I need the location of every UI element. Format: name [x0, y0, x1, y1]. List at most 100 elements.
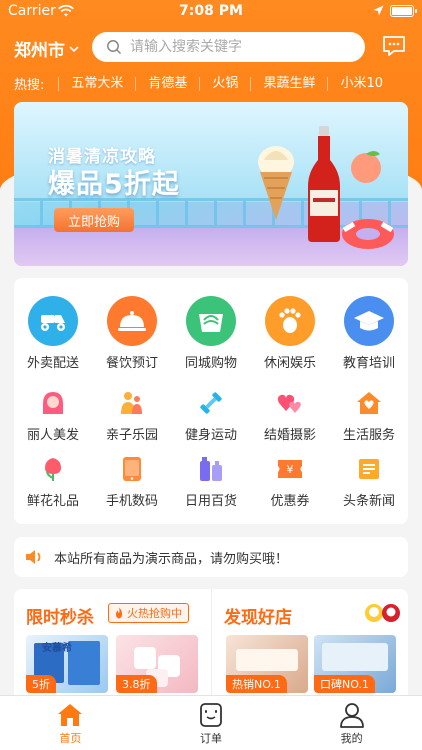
hot-keyword[interactable]: 小米10	[327, 76, 395, 91]
category-label: 日用百货	[184, 494, 237, 509]
shop-image[interactable]: 热销NO.1	[226, 635, 308, 693]
banner-buy-button[interactable]: 立即抢购	[54, 208, 134, 232]
category-item[interactable]: 日用百货	[172, 456, 250, 509]
svg-text:¥: ¥	[287, 463, 294, 476]
promo-banner[interactable]: 消暑清凉攻略 爆品5折起 立即抢购	[14, 102, 408, 266]
category-item[interactable]: 结婚摄影	[251, 390, 329, 443]
flash-item-brand: 安慕希	[42, 643, 72, 654]
category-item[interactable]: 餐饮预订	[93, 296, 171, 371]
hot-search-label: 热搜:	[14, 78, 45, 93]
category-label: 丽人美发	[26, 428, 79, 443]
discount-badge: 5折	[26, 675, 56, 693]
cloche-icon	[107, 296, 157, 346]
coupon-icon: ¥	[277, 456, 303, 482]
category-item[interactable]: 休闲娱乐	[251, 296, 329, 371]
category-item[interactable]: 亲子乐园	[93, 390, 171, 443]
discount-badge: 3.8折	[116, 675, 157, 693]
graduation-cap-icon	[344, 296, 394, 346]
city-selector[interactable]: 郑州市	[14, 36, 79, 61]
banner-title: 爆品5折起	[48, 169, 180, 200]
shop-image[interactable]: 口碑NO.1	[314, 635, 396, 693]
category-label: 鲜花礼品	[26, 494, 79, 509]
city-label: 郑州市	[14, 41, 65, 61]
swim-ring-icon	[342, 219, 394, 249]
category-label: 手机数码	[105, 494, 158, 509]
category-item[interactable]: 健身运动	[172, 390, 250, 443]
clock: 7:08 PM	[179, 3, 243, 19]
flash-sale-tag-label: 火热抢购中	[127, 607, 182, 620]
notice-text: 本站所有商品为演示商品，请勿购买哦！	[54, 551, 289, 567]
tab-home[interactable]: 首页	[0, 696, 141, 750]
tab-orders[interactable]: 订单	[141, 696, 282, 750]
house-icon	[356, 390, 382, 416]
family-icon	[119, 390, 145, 416]
flash-sale-title: 限时秒杀	[26, 608, 94, 628]
category-grid: 外卖配送 餐饮预订 同城购物 休闲娱乐 教育培训 丽人美发 亲子乐园 健身运动 …	[14, 278, 408, 524]
tab-label: 我的	[340, 732, 363, 745]
dumbbell-icon	[198, 390, 224, 416]
fire-icon	[116, 607, 122, 619]
category-label: 优惠券	[270, 494, 310, 509]
ice-cream-icon	[258, 146, 294, 220]
bottles-icon	[198, 456, 224, 482]
battery-icon	[390, 5, 417, 17]
tab-label: 订单	[200, 732, 222, 745]
tab-label: 首页	[59, 732, 82, 745]
category-label: 头条新闻	[342, 494, 395, 509]
category-item[interactable]: 头条新闻	[330, 456, 408, 509]
user-icon	[339, 703, 364, 728]
category-label: 生活服务	[342, 428, 395, 443]
category-item[interactable]: 同城购物	[172, 296, 250, 371]
hot-keyword[interactable]: 肯德基	[135, 76, 199, 91]
good-shops-panel[interactable]: 发现好店 热销NO.1 口碑NO.1	[211, 589, 408, 709]
hot-keyword[interactable]: 五常大米	[58, 76, 135, 91]
order-icon	[200, 703, 222, 727]
hot-keyword[interactable]: 果蔬生鲜	[250, 76, 327, 91]
category-label: 教育培训	[342, 356, 395, 371]
category-item[interactable]: 教育培训	[330, 296, 408, 371]
search-bar[interactable]	[92, 32, 365, 62]
category-item[interactable]: 鲜花礼品	[14, 456, 92, 509]
tab-bar: 首页 订单 我的	[0, 695, 422, 750]
category-item[interactable]: 生活服务	[330, 390, 408, 443]
flash-item-image[interactable]: 3.8折	[116, 635, 198, 693]
beer-bottle-icon	[308, 126, 340, 242]
category-label: 亲子乐园	[105, 428, 158, 443]
speaker-icon	[26, 550, 41, 564]
hot-search-row: 热搜: 五常大米 肯德基 火锅 果蔬生鲜 小米10	[14, 74, 395, 93]
phone-icon	[119, 456, 145, 482]
shop-badge: 热销NO.1	[226, 675, 287, 693]
brand-logos-icon	[365, 604, 400, 622]
tab-profile[interactable]: 我的	[281, 696, 422, 750]
hot-keyword[interactable]: 火锅	[199, 76, 250, 91]
message-icon[interactable]	[382, 35, 406, 57]
category-label: 健身运动	[184, 428, 237, 443]
good-shops-title: 发现好店	[224, 608, 292, 628]
home-icon	[58, 704, 83, 726]
notice-bar[interactable]: 本站所有商品为演示商品，请勿购买哦！	[14, 537, 408, 577]
search-input[interactable]	[130, 39, 340, 55]
scooter-icon	[28, 296, 78, 346]
woman-icon	[40, 390, 66, 416]
footprint-icon	[265, 296, 315, 346]
category-item[interactable]: 手机数码	[93, 456, 171, 509]
shopping-bag-icon	[186, 296, 236, 346]
news-icon	[356, 456, 382, 482]
category-label: 外卖配送	[26, 356, 79, 371]
shop-badge: 口碑NO.1	[314, 675, 375, 693]
status-bar: Carrier 7:08 PM	[0, 0, 422, 24]
search-icon	[107, 40, 122, 55]
category-item[interactable]: ¥ 优惠券	[251, 456, 329, 509]
category-label: 餐饮预订	[105, 356, 158, 371]
category-label: 结婚摄影	[263, 428, 316, 443]
peach-icon	[351, 151, 381, 183]
category-item[interactable]: 外卖配送	[14, 296, 92, 371]
flash-item-image[interactable]: 安慕希 5折	[26, 635, 108, 693]
location-arrow-icon	[373, 5, 384, 16]
flash-sale-panel[interactable]: 限时秒杀 火热抢购中 安慕希 5折 3.8折	[14, 589, 210, 709]
hearts-icon	[277, 390, 303, 416]
chevron-down-icon	[69, 45, 79, 52]
flash-sale-tag: 火热抢购中	[108, 603, 189, 623]
category-label: 同城购物	[184, 356, 237, 371]
category-item[interactable]: 丽人美发	[14, 390, 92, 443]
